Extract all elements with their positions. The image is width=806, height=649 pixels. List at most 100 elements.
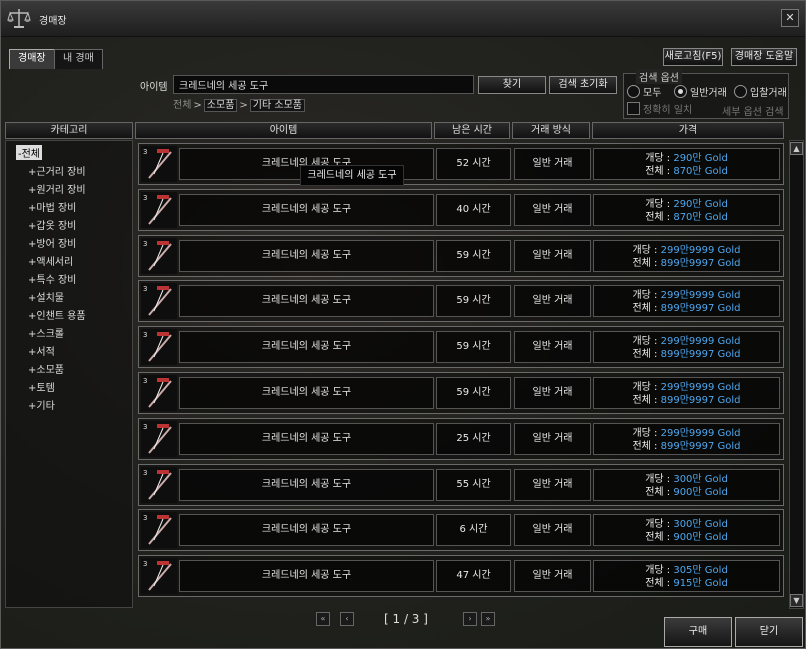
item-search-input[interactable]	[173, 75, 474, 94]
breadcrumb-all[interactable]: 전체	[173, 100, 191, 111]
category-item-magic[interactable]: +마법 장비	[28, 199, 76, 214]
total-price-line: 전체 : 899만9997 Gold	[594, 440, 779, 453]
category-item-armor[interactable]: +갑옷 장비	[28, 217, 76, 232]
next-page-icon[interactable]: ›	[463, 612, 477, 626]
detail-search-button[interactable]: 세부 옵션 검색	[722, 103, 784, 118]
listing-item-name: 크레드네의 세공 도구	[179, 560, 434, 592]
breadcrumb-misc-consumables[interactable]: 기타 소모품	[249, 99, 305, 112]
table-row[interactable]: 3 크레드네의 세공 도구 52 시간 일반 거래 개당 : 290만 Gold 전체 :…	[138, 143, 784, 185]
buy-button[interactable]: 구매	[664, 617, 732, 647]
category-item-accessory[interactable]: +액세서리	[28, 253, 73, 268]
unit-price-label: 개당 :	[632, 428, 661, 439]
exact-match-checkbox[interactable]: 정확히 일치	[627, 101, 692, 116]
title-bar[interactable]: 경매장 ✕	[1, 1, 805, 37]
category-item-special[interactable]: +특수 장비	[28, 271, 76, 286]
category-item-scroll[interactable]: +스크롤	[28, 325, 64, 340]
prev-page-icon[interactable]: ‹	[340, 612, 354, 626]
tool-item-icon[interactable]: 3	[141, 558, 177, 594]
category-item-enchant[interactable]: +인챈트 용품	[28, 307, 86, 322]
header-time[interactable]: 남은 시간	[434, 122, 510, 139]
tool-item-icon[interactable]: 3	[141, 512, 177, 548]
header-trade-type[interactable]: 거래 방식	[512, 122, 590, 139]
svg-text:3: 3	[143, 148, 147, 156]
header-price[interactable]: 가격	[592, 122, 784, 139]
header-item[interactable]: 아이템	[135, 122, 432, 139]
category-item-installation[interactable]: +설치물	[28, 289, 64, 304]
total-price-line: 전체 : 870만 Gold	[594, 165, 779, 178]
table-row[interactable]: 3 크레드네의 세공 도구 59 시간 일반 거래 개당 : 299만9999 Gold…	[138, 235, 784, 277]
table-row[interactable]: 3 크레드네의 세공 도구 59 시간 일반 거래 개당 : 299만9999 Gold…	[138, 280, 784, 322]
tool-item-icon[interactable]: 3	[141, 421, 177, 457]
tool-item-icon[interactable]: 3	[141, 192, 177, 228]
close-button[interactable]: 닫기	[735, 617, 803, 647]
total-price-label: 전체 :	[632, 349, 661, 360]
listing-price: 개당 : 299만9999 Gold 전체 : 899만9997 Gold	[593, 285, 780, 317]
listing-price: 개당 : 300만 Gold 전체 : 900만 Gold	[593, 469, 780, 501]
table-row[interactable]: 3 크레드네의 세공 도구 6 시간 일반 거래 개당 : 300만 Gold 전체 : …	[138, 509, 784, 551]
listing-trade-type: 일반 거래	[514, 423, 591, 455]
category-item-book[interactable]: +서적	[28, 343, 55, 358]
reset-search-button[interactable]: 검색 초기화	[549, 76, 617, 94]
category-item-ranged[interactable]: +원거리 장비	[28, 181, 86, 196]
listing-time-left: 25 시간	[436, 423, 511, 455]
category-item-consumable[interactable]: +소모품	[28, 361, 64, 376]
chevron-right-icon: >	[193, 100, 202, 111]
listing-trade-type: 일반 거래	[514, 240, 591, 272]
tool-item-icon[interactable]: 3	[141, 283, 177, 319]
listing-scrollbar[interactable]: ▲ ▼	[789, 140, 804, 609]
total-price-line: 전체 : 915만 Gold	[594, 577, 779, 590]
listing-time-left: 59 시간	[436, 377, 511, 409]
table-row[interactable]: 3 크레드네의 세공 도구 40 시간 일반 거래 개당 : 290만 Gold 전체 :…	[138, 189, 784, 231]
table-row[interactable]: 3 크레드네의 세공 도구 25 시간 일반 거래 개당 : 299만9999 Gold…	[138, 418, 784, 460]
help-button[interactable]: 경매장 도움말	[731, 48, 797, 66]
scroll-down-icon[interactable]: ▼	[790, 594, 803, 607]
unit-price-line: 개당 : 300만 Gold	[594, 473, 779, 486]
category-item-all[interactable]: -전체	[16, 145, 43, 160]
table-row[interactable]: 3 크레드네의 세공 도구 55 시간 일반 거래 개당 : 300만 Gold 전체 :…	[138, 464, 784, 506]
listing-trade-type: 일반 거래	[514, 194, 591, 226]
category-item-etc[interactable]: +기타	[28, 397, 55, 412]
radio-all[interactable]: 모두	[627, 84, 661, 99]
auction-window: 경매장 ✕ 경매장 내 경매 새로고침(F5) 경매장 도움말 아이템 찾기 검…	[0, 0, 806, 649]
total-price-label: 전체 :	[632, 395, 661, 406]
tab-auction[interactable]: 경매장	[9, 49, 55, 69]
table-row[interactable]: 3 크레드네의 세공 도구 59 시간 일반 거래 개당 : 299만9999 Gold…	[138, 326, 784, 368]
total-price-value: 900만 Gold	[673, 532, 728, 543]
unit-price-line: 개당 : 290만 Gold	[594, 152, 779, 165]
listing-time-left: 47 시간	[436, 560, 511, 592]
total-price-line: 전체 : 899만9997 Gold	[594, 394, 779, 407]
total-price-value: 899만9997 Gold	[660, 349, 741, 360]
category-item-melee[interactable]: +근거리 장비	[28, 163, 86, 178]
scroll-up-icon[interactable]: ▲	[790, 142, 803, 155]
close-window-button[interactable]: ✕	[781, 9, 799, 27]
tab-my-auction[interactable]: 내 경매	[54, 49, 103, 69]
category-item-defense[interactable]: +방어 장비	[28, 235, 76, 250]
table-row[interactable]: 3 크레드네의 세공 도구 59 시간 일반 거래 개당 : 299만9999 Gold…	[138, 372, 784, 414]
tool-item-icon[interactable]: 3	[141, 238, 177, 274]
svg-text:3: 3	[143, 423, 147, 431]
exact-match-label: 정확히 일치	[643, 105, 693, 116]
radio-normal-trade[interactable]: 일반거래	[674, 84, 727, 99]
radio-bid-trade[interactable]: 입찰거래	[734, 84, 787, 99]
chevron-right-icon: >	[239, 100, 248, 111]
category-item-totem[interactable]: +토템	[28, 379, 55, 394]
breadcrumb-consumables[interactable]: 소모품	[203, 99, 238, 112]
listing-item-name: 크레드네의 세공 도구	[179, 377, 434, 409]
total-price-value: 899만9997 Gold	[660, 303, 741, 314]
unit-price-line: 개당 : 299만9999 Gold	[594, 244, 779, 257]
find-button[interactable]: 찾기	[478, 76, 546, 94]
unit-price-line: 개당 : 299만9999 Gold	[594, 427, 779, 440]
total-price-value: 899만9997 Gold	[660, 441, 741, 452]
tool-item-icon[interactable]: 3	[141, 467, 177, 503]
refresh-button[interactable]: 새로고침(F5)	[663, 48, 723, 66]
table-row[interactable]: 3 크레드네의 세공 도구 47 시간 일반 거래 개당 : 305만 Gold 전체 :…	[138, 555, 784, 597]
last-page-icon[interactable]: »	[481, 612, 495, 626]
listing-item-name: 크레드네의 세공 도구	[179, 423, 434, 455]
checkbox-icon	[627, 102, 640, 115]
listing-time-left: 52 시간	[436, 148, 511, 180]
first-page-icon[interactable]: «	[316, 612, 330, 626]
tool-item-icon[interactable]: 3	[141, 146, 177, 182]
tool-item-icon[interactable]: 3	[141, 375, 177, 411]
total-price-label: 전체 :	[645, 578, 674, 589]
tool-item-icon[interactable]: 3	[141, 329, 177, 365]
